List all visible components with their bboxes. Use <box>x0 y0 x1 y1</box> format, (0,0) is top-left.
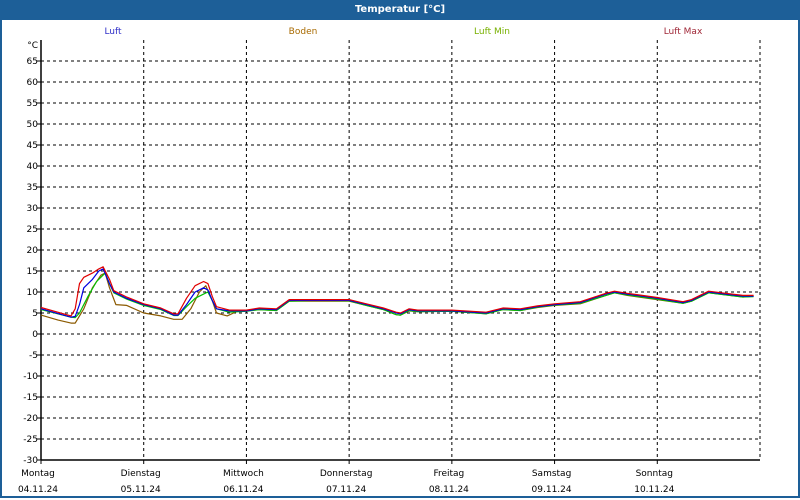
y-tick-label: 45 <box>27 141 38 151</box>
x-day-label: Sonntag <box>636 469 673 479</box>
y-tick-label: 50 <box>27 120 39 130</box>
x-date-label: 08.11.24 <box>429 485 469 495</box>
x-day-label: Montag <box>21 469 55 479</box>
x-date-label: 06.11.24 <box>223 485 263 495</box>
x-date-label: 09.11.24 <box>532 485 572 495</box>
y-tick-label: 10 <box>27 288 39 298</box>
x-day-label: Samstag <box>532 469 571 479</box>
x-date-label: 07.11.24 <box>326 485 366 495</box>
y-tick-label: -20 <box>23 414 38 424</box>
y-tick-label: 25 <box>27 225 38 235</box>
series-line-luft <box>40 268 754 318</box>
legend-item-luft: Luft <box>104 27 122 37</box>
x-day-label: Freitag <box>433 469 464 479</box>
y-tick-label: -25 <box>23 435 38 445</box>
series-line-luft-max <box>40 266 754 317</box>
y-tick-label: 55 <box>27 99 38 109</box>
y-tick-label: 15 <box>27 267 38 277</box>
y-tick-label: -5 <box>29 351 38 361</box>
y-tick-label: -10 <box>23 372 38 382</box>
series-line-luft-min <box>40 272 754 319</box>
y-tick-label: 30 <box>27 204 39 214</box>
y-tick-label: 35 <box>27 183 38 193</box>
x-date-label: 10.11.24 <box>634 485 674 495</box>
y-tick-label: -30 <box>23 456 38 466</box>
y-tick-label: 60 <box>27 78 39 88</box>
y-tick-label: 20 <box>27 246 39 256</box>
x-date-label: 05.11.24 <box>121 485 161 495</box>
y-tick-label: -15 <box>23 393 38 403</box>
x-date-label: 04.11.24 <box>18 485 58 495</box>
x-day-label: Donnerstag <box>320 469 373 479</box>
y-tick-label: 5 <box>32 309 38 319</box>
temperature-chart: 65605550454035302520151050-5-10-15-20-25… <box>18 27 761 495</box>
legend-item-luft-max: Luft Max <box>664 27 703 37</box>
y-axis-unit: °C <box>27 41 38 51</box>
y-tick-label: 40 <box>27 162 39 172</box>
y-tick-label: 0 <box>32 330 38 340</box>
x-day-label: Dienstag <box>121 469 161 479</box>
legend-item-luft-min: Luft Min <box>474 27 510 37</box>
x-day-label: Mittwoch <box>223 469 264 479</box>
y-tick-label: 65 <box>27 57 38 67</box>
legend-item-boden: Boden <box>289 27 318 37</box>
